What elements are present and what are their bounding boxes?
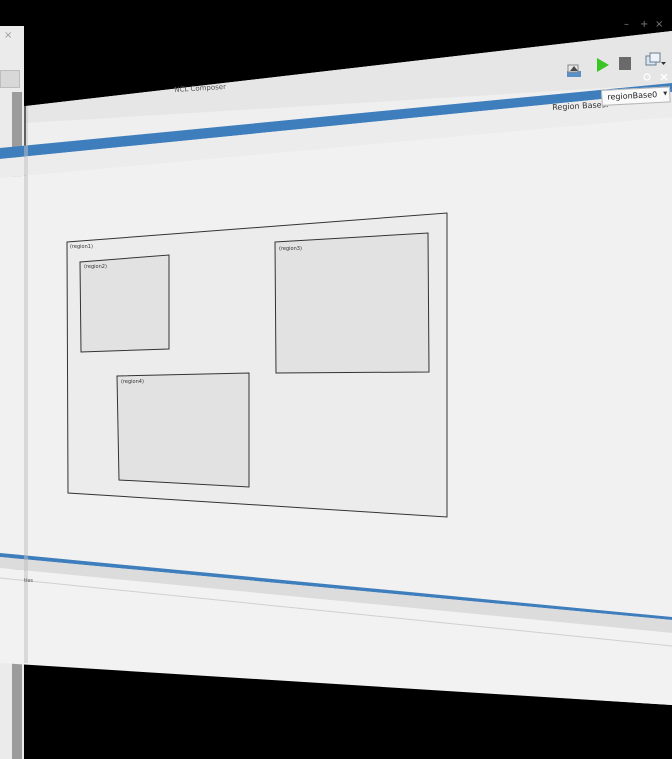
close-window-icon[interactable]: × — [655, 20, 663, 30]
region2-label: (region2) — [84, 264, 107, 270]
perspective-icon[interactable] — [645, 52, 667, 68]
region4-label: (region4) — [121, 379, 144, 385]
window-surface — [0, 31, 672, 705]
minimize-icon[interactable]: – — [624, 20, 629, 30]
header-controls — [643, 73, 668, 81]
ncl-composer-window: NCL Composer (region1) (region2) (region… — [0, 0, 672, 759]
region4-box — [116, 372, 250, 488]
maximize-icon[interactable]: + — [640, 20, 648, 30]
play-icon[interactable] — [596, 57, 610, 73]
region3-box — [274, 232, 430, 374]
stop-icon[interactable] — [618, 56, 632, 71]
refresh-icon — [643, 73, 651, 81]
dock-tab-label: ties — [24, 578, 34, 584]
chevron-down-icon[interactable]: ▾ — [663, 89, 667, 98]
publish-icon[interactable] — [566, 62, 582, 78]
region1-label: (region1) — [70, 244, 93, 250]
region3-label: (region3) — [279, 246, 302, 252]
region-base-value: regionBase0 — [607, 90, 658, 102]
